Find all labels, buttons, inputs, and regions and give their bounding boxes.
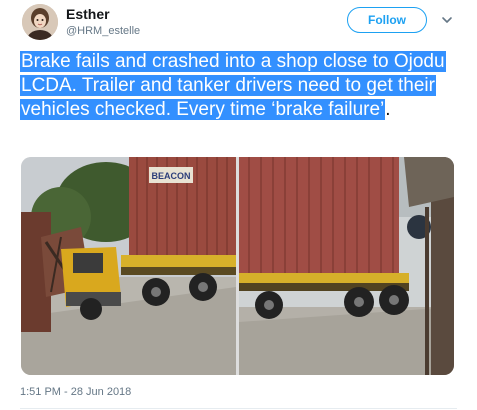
- tweet-text-tail: .: [385, 99, 391, 120]
- tweet-text: Brake fails and crashed into a shop clos…: [20, 50, 450, 122]
- avatar-image-icon: [22, 4, 58, 40]
- avatar[interactable]: [22, 4, 58, 40]
- photo-truck-side[interactable]: [239, 157, 454, 375]
- container-logo: BEACON: [151, 171, 190, 181]
- photo-truck-crash[interactable]: BEACON: [21, 157, 236, 375]
- follow-button[interactable]: Follow: [347, 7, 427, 33]
- tweet-media[interactable]: BEACON: [21, 157, 454, 375]
- divider: [20, 408, 457, 409]
- tweet-card: Esther @HRM_estelle Follow Brake fails a…: [0, 0, 477, 410]
- tweet-timestamp[interactable]: 1:51 PM - 28 Jun 2018: [20, 386, 131, 398]
- tweet-text-selected: Brake fails and crashed into a shop clos…: [20, 51, 446, 120]
- display-name[interactable]: Esther: [66, 6, 110, 22]
- user-handle[interactable]: @HRM_estelle: [66, 25, 140, 37]
- chevron-down-icon[interactable]: [439, 12, 455, 28]
